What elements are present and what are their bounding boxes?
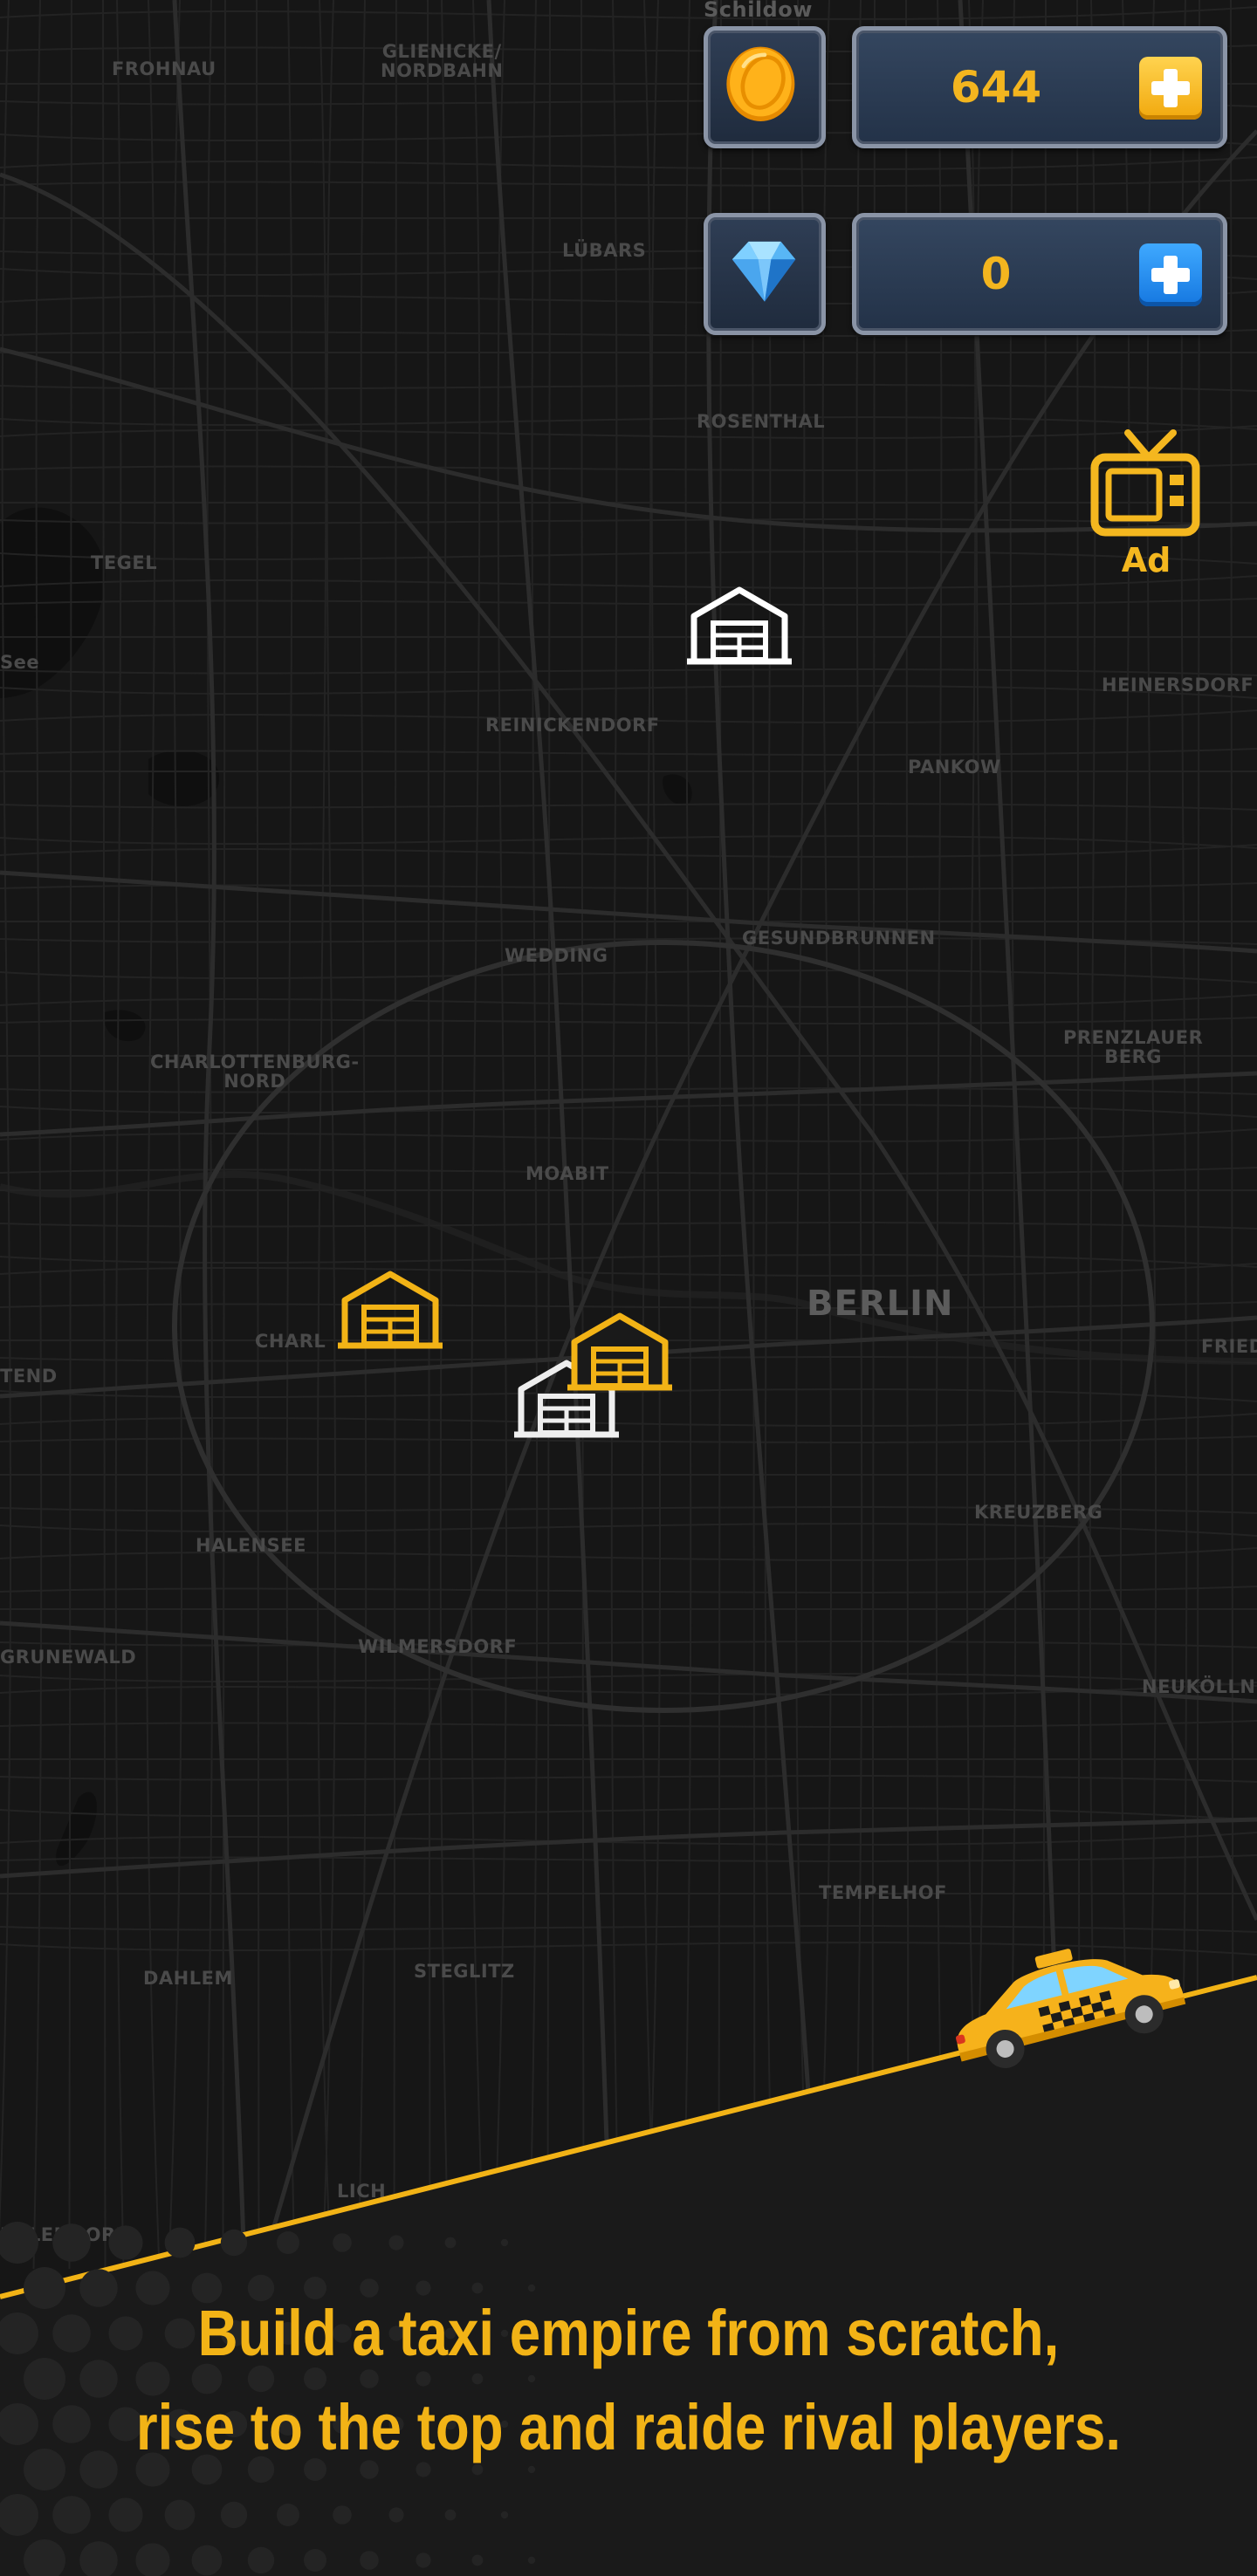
district-label: HEINERSDORF [1102, 675, 1254, 695]
diamond-icon [732, 241, 796, 302]
district-label: TEGEL [91, 552, 158, 573]
watch-ad-button[interactable]: Ad [1089, 426, 1203, 592]
garage-marker-yellow[interactable] [334, 1267, 446, 1354]
district-label: REINICKENDORF [485, 715, 660, 736]
garage-icon [564, 1312, 676, 1391]
district-label: KREUZBERG [974, 1502, 1103, 1523]
coin-icon [726, 46, 795, 121]
promo-tagline: Build a taxi empire from scratch, rise t… [88, 2286, 1169, 2475]
garage-marker-white[interactable] [683, 583, 795, 670]
district-label: See [0, 652, 40, 673]
district-label: GESUNDBRUNNEN [742, 928, 936, 949]
garage-marker-yellow[interactable] [564, 1309, 676, 1396]
add-coins-button[interactable] [1139, 57, 1202, 120]
district-label: CHARL [255, 1331, 326, 1352]
district-label: WEDDING [505, 945, 608, 966]
tv-icon [1090, 429, 1200, 537]
district-label: WILMERSDORF [358, 1636, 518, 1657]
taxi-car-icon [955, 1949, 1186, 2068]
district-label: FRIED [1201, 1336, 1257, 1357]
diamond-icon-box [704, 213, 826, 335]
plus-icon [1151, 256, 1190, 294]
coin-icon-box [704, 26, 826, 148]
gem-counter: 0 [852, 213, 1227, 335]
district-label: CHARLOTTENBURG- NORD [150, 1052, 360, 1092]
ad-label: Ad [1121, 541, 1171, 579]
tagline-line-2: rise to the top and raide rival players. [135, 2391, 1122, 2463]
district-label: GLIENICKE/ NORDBAHN [381, 41, 504, 81]
district-label: LÜBARS [562, 240, 647, 261]
coin-amount: 644 [950, 62, 1042, 113]
garage-icon [334, 1271, 446, 1349]
city-label: BERLIN [807, 1284, 954, 1324]
add-gems-button[interactable] [1139, 243, 1202, 306]
district-label: PANKOW [908, 757, 1001, 778]
district-label: HALENSEE [196, 1535, 306, 1556]
district-label: TEMPELHOF [819, 1882, 947, 1903]
district-label: TEND [0, 1366, 58, 1387]
district-label: NEUKÖLLN [1142, 1676, 1256, 1697]
gem-amount: 0 [980, 249, 1012, 299]
district-label: MOABIT [525, 1163, 609, 1184]
district-label: Schildow [704, 0, 813, 22]
district-label: FROHNAU [112, 58, 216, 79]
garage-icon [683, 586, 795, 665]
district-label: ROSENTHAL [697, 411, 826, 432]
district-label: GRUNEWALD [0, 1647, 137, 1668]
plus-icon [1151, 69, 1190, 107]
coin-counter: 644 [852, 26, 1227, 148]
tagline-line-1: Build a taxi empire from scratch, [197, 2297, 1060, 2369]
district-label: PRENZLAUER BERG [1063, 1027, 1204, 1067]
